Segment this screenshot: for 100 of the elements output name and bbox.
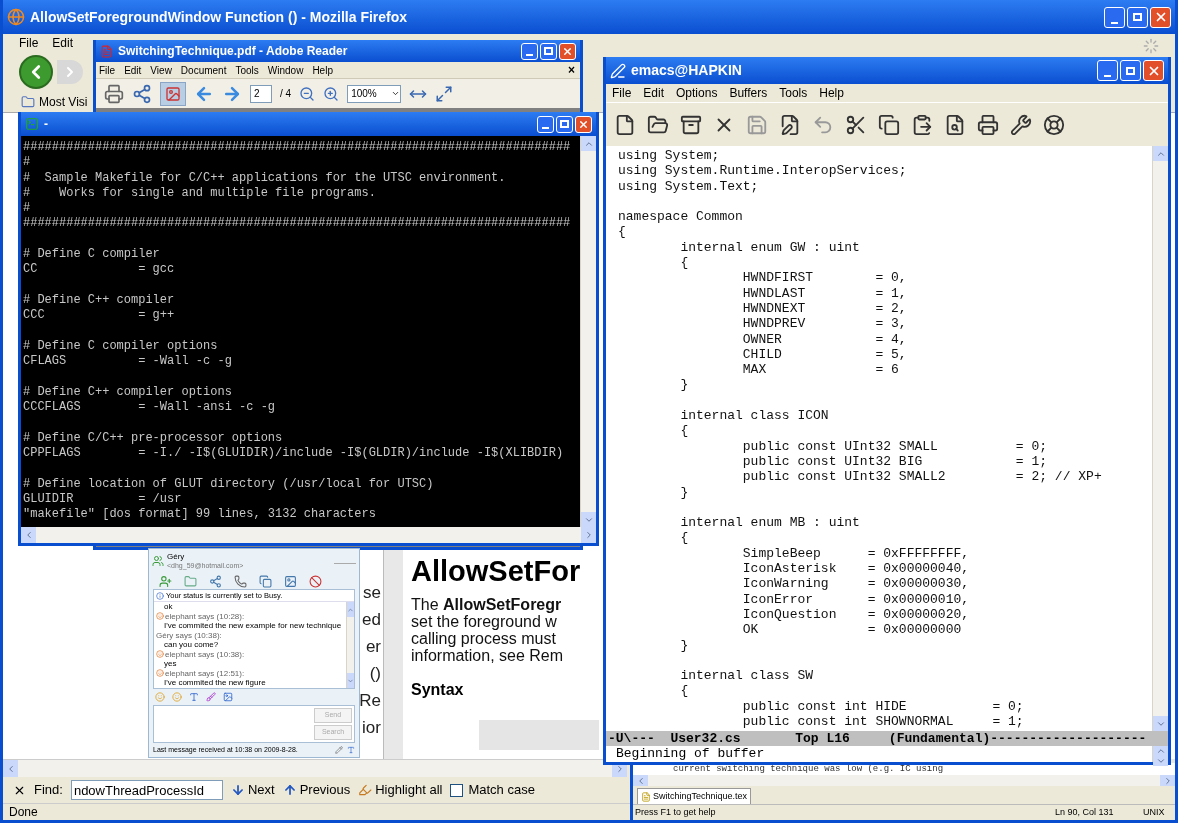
maximize-button[interactable]: [1127, 6, 1148, 28]
terminal-line: # Define C compiler: [23, 247, 161, 263]
folder-icon[interactable]: [184, 574, 197, 588]
page-number-input[interactable]: 2: [250, 84, 272, 103]
wrench-icon[interactable]: [1010, 113, 1032, 136]
menu-item[interactable]: Buffers: [729, 84, 768, 102]
menu-item[interactable]: Edit: [643, 84, 665, 102]
terminal-line: ############################################################################: [23, 140, 572, 156]
page-heading: AllowSetFor: [411, 554, 581, 588]
minimize-icon: [1111, 21, 1118, 24]
chevron-up-icon: [1155, 746, 1166, 756]
vertical-scrollbar[interactable]: [580, 136, 596, 527]
background-icon[interactable]: [223, 692, 233, 702]
find-input[interactable]: ndowThreadProcessId: [70, 780, 223, 800]
menu-item[interactable]: Help: [312, 62, 333, 78]
maximize-icon: [560, 120, 569, 128]
horizontal-scrollbar[interactable]: [3, 759, 627, 777]
maximize-button[interactable]: [540, 42, 557, 60]
code-line: {: [679, 530, 690, 546]
lifebuoy-icon[interactable]: [1043, 113, 1065, 136]
terminal-line: # Works for single and multiple file programs.: [23, 185, 377, 202]
sender-line: elephant says (10:28):: [165, 611, 245, 621]
edit-file-icon[interactable]: [779, 113, 801, 136]
minimize-button[interactable]: [1097, 60, 1118, 81]
maximize-button[interactable]: [556, 115, 573, 133]
minimize-button[interactable]: [537, 115, 554, 133]
close-icon: [578, 118, 589, 130]
paste-icon[interactable]: [911, 113, 933, 136]
bookmark-item[interactable]: Most Visi: [21, 93, 88, 111]
menu-item[interactable]: Edit: [52, 34, 74, 52]
window-title: SwitchingTechnique.pdf - Adobe Reader: [118, 43, 348, 60]
terminal-line: # Sample Makefile for C/C++ applications for the UTSC environment.: [23, 170, 507, 186]
print-icon[interactable]: [104, 83, 124, 104]
fit-page-icon[interactable]: [435, 84, 454, 103]
horizontal-scrollbar[interactable]: [21, 527, 596, 543]
arrow-up-icon: [282, 783, 297, 797]
menu-item[interactable]: Tools: [235, 62, 259, 78]
code-line: }: [679, 637, 690, 653]
code-line: IconAsterisk = 0x00000040,: [741, 561, 971, 577]
page-text: Re: [359, 691, 381, 711]
file-tab[interactable]: SwitchingTechnique.tex: [637, 788, 752, 804]
menu-item[interactable]: Options: [676, 84, 718, 102]
open-folder-icon[interactable]: [647, 113, 669, 136]
close-button[interactable]: [559, 42, 576, 60]
code-line: using System.Runtime.InteropServices;: [618, 163, 908, 179]
copy-icon[interactable]: [878, 113, 900, 136]
code-line: internal enum MB : uint: [679, 515, 861, 531]
close-button[interactable]: [1150, 6, 1171, 28]
cut-icon[interactable]: [845, 113, 867, 136]
font-icon[interactable]: [347, 746, 355, 754]
emoticon-icon: [156, 650, 164, 659]
match-case-checkbox[interactable]: Match case: [450, 780, 535, 800]
find-bar-button[interactable]: Highlight all: [358, 780, 443, 800]
search-icon[interactable]: [944, 113, 966, 136]
close-button[interactable]: [1143, 60, 1164, 81]
maximize-button[interactable]: [1120, 60, 1141, 81]
find-bar-button[interactable]: Next: [230, 780, 275, 800]
code-line: {: [679, 423, 690, 439]
minimize-button[interactable]: [521, 42, 538, 60]
selected-tool-button[interactable]: [160, 81, 186, 106]
font-icon[interactable]: [189, 692, 199, 702]
find-bar-button[interactable]: Previous: [282, 780, 351, 800]
share-icon[interactable]: [209, 574, 222, 588]
back-button[interactable]: [19, 55, 53, 89]
block-icon[interactable]: [309, 574, 322, 588]
phone-icon[interactable]: [234, 574, 247, 588]
code-line: internal class SW: [679, 668, 815, 684]
minimize-button[interactable]: [1104, 6, 1125, 28]
menu-item[interactable]: File: [19, 34, 39, 52]
menu-item[interactable]: File: [612, 84, 632, 102]
zoom-dropdown[interactable]: 100%: [347, 84, 402, 103]
vertical-scrollbar[interactable]: [1152, 146, 1168, 731]
add-contact-icon[interactable]: [159, 574, 172, 588]
window-title: -: [44, 116, 48, 133]
terminal-line: #: [23, 201, 32, 217]
emoticon-icon: [156, 669, 164, 678]
globe-icon: [7, 8, 25, 26]
menu-item[interactable]: File: [99, 62, 116, 78]
horizontal-scrollbar[interactable]: [633, 775, 1175, 786]
picture-icon[interactable]: [284, 574, 297, 588]
menu-item[interactable]: View: [150, 62, 172, 78]
zoom-out-icon[interactable]: [299, 85, 316, 102]
brush-icon[interactable]: [206, 692, 216, 702]
close-button[interactable]: [575, 115, 592, 133]
vertical-scrollbar[interactable]: [346, 602, 354, 688]
zoom-in-icon[interactable]: [323, 85, 340, 102]
menu-item[interactable]: Window: [267, 62, 304, 78]
new-file-icon[interactable]: [614, 113, 636, 136]
print-icon[interactable]: [977, 113, 999, 136]
close-document-button[interactable]: ×: [568, 61, 577, 79]
menu-item[interactable]: Document: [180, 62, 227, 78]
save-icon[interactable]: [746, 113, 768, 136]
page-text: er: [365, 637, 381, 657]
menu-item[interactable]: Help: [819, 84, 844, 102]
share-icon[interactable]: [132, 83, 152, 104]
chevron-down-icon: [1155, 756, 1166, 766]
code-line: }: [679, 377, 690, 393]
menu-item[interactable]: Edit: [124, 62, 142, 78]
code-line: namespace Common: [618, 209, 744, 225]
menu-item[interactable]: Tools: [779, 84, 808, 102]
